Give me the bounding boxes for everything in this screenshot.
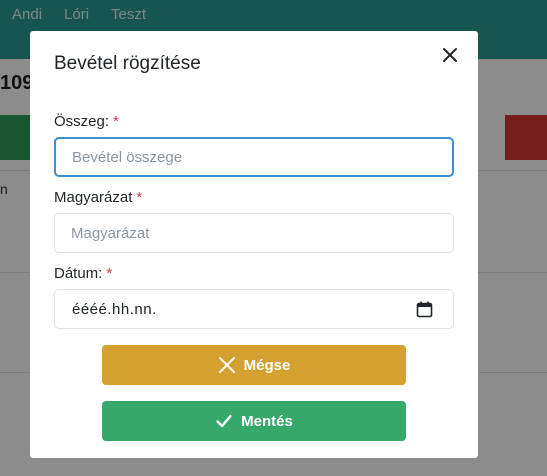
amount-input[interactable]	[54, 137, 454, 177]
description-label-text: Magyarázat	[54, 189, 133, 206]
save-button[interactable]: Mentés	[102, 401, 406, 441]
modal-title: Bevétel rögzítése	[54, 53, 201, 74]
required-mark: *	[106, 265, 113, 282]
check-icon	[216, 414, 232, 428]
required-mark: *	[136, 189, 143, 206]
description-input[interactable]	[54, 213, 454, 253]
close-button[interactable]	[440, 45, 460, 65]
income-modal: Bevétel rögzítése Összeg:* Magyarázat* D…	[30, 31, 478, 458]
description-label: Magyarázat *	[54, 189, 142, 206]
save-button-label: Mentés	[241, 412, 293, 430]
cancel-button-label: Mégse	[243, 356, 291, 374]
date-label-text: Dátum:	[54, 265, 103, 282]
date-input-text: éééé.hh.nn.	[72, 301, 157, 318]
x-icon	[218, 357, 235, 373]
date-input[interactable]: éééé.hh.nn.	[54, 289, 454, 329]
required-mark: *	[113, 113, 119, 130]
date-label: Dátum: *	[54, 265, 112, 282]
calendar-icon[interactable]	[416, 301, 433, 318]
close-icon	[443, 48, 457, 62]
amount-label: Összeg: *	[54, 113, 119, 130]
amount-label-text: Összeg:	[54, 113, 110, 130]
cancel-button[interactable]: Mégse	[102, 345, 406, 385]
